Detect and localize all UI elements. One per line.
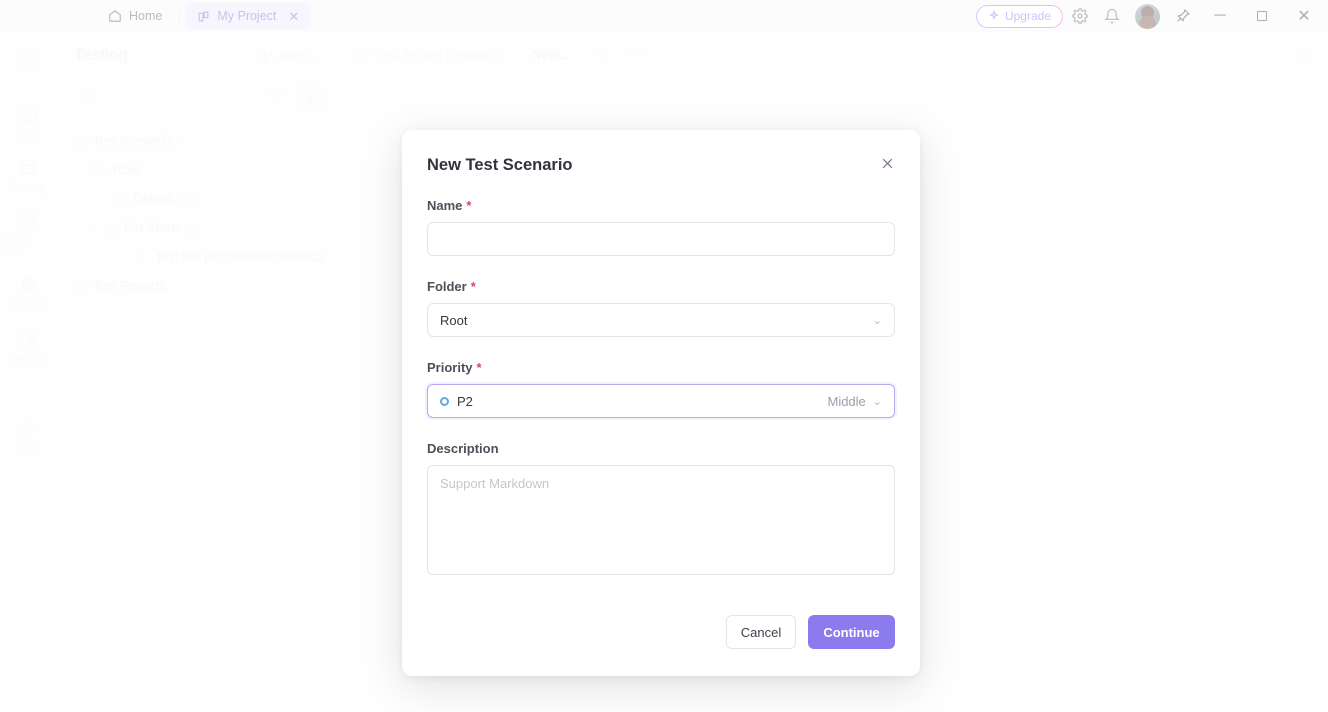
required-marker: *: [470, 279, 476, 294]
dialog-title: New Test Scenario: [427, 156, 573, 174]
required-marker: *: [476, 360, 482, 375]
name-label-row: Name *: [427, 198, 895, 213]
description-label-row: Description: [427, 441, 895, 456]
folder-label-row: Folder *: [427, 279, 895, 294]
cancel-button[interactable]: Cancel: [726, 615, 796, 649]
app-window: Home My Project ✕: [0, 0, 1328, 712]
description-textarea[interactable]: [427, 465, 895, 575]
chevron-down-icon: ⌄: [872, 314, 882, 327]
close-icon[interactable]: [880, 156, 895, 171]
priority-dot-icon: [440, 396, 449, 406]
priority-level-label: Middle: [827, 393, 866, 409]
name-label: Name: [427, 198, 463, 213]
description-label: Description: [427, 441, 499, 456]
new-test-scenario-dialog: New Test Scenario Name * Folder * Root ⌄…: [402, 130, 920, 676]
dialog-header: New Test Scenario: [427, 156, 895, 175]
priority-label: Priority: [427, 360, 473, 375]
dialog-footer: Cancel Continue: [726, 615, 895, 649]
name-input[interactable]: [440, 231, 882, 247]
priority-value-group: P2: [440, 394, 473, 409]
folder-label: Folder: [427, 279, 467, 294]
field-description: Description: [427, 441, 895, 580]
priority-select[interactable]: P2 Middle ⌄: [427, 384, 895, 418]
priority-value: P2: [457, 393, 473, 409]
chevron-down-icon: ⌄: [872, 395, 882, 408]
required-marker: *: [466, 198, 472, 213]
priority-level-group: Middle ⌄: [827, 394, 882, 409]
priority-label-row: Priority *: [427, 360, 895, 375]
field-folder: Folder * Root ⌄: [427, 279, 895, 337]
folder-value: Root: [440, 312, 468, 328]
field-priority: Priority * P2 Middle ⌄: [427, 360, 895, 418]
name-input-wrapper[interactable]: [427, 222, 895, 256]
folder-select[interactable]: Root ⌄: [427, 303, 895, 337]
field-name: Name *: [427, 198, 895, 256]
continue-button[interactable]: Continue: [808, 615, 895, 649]
